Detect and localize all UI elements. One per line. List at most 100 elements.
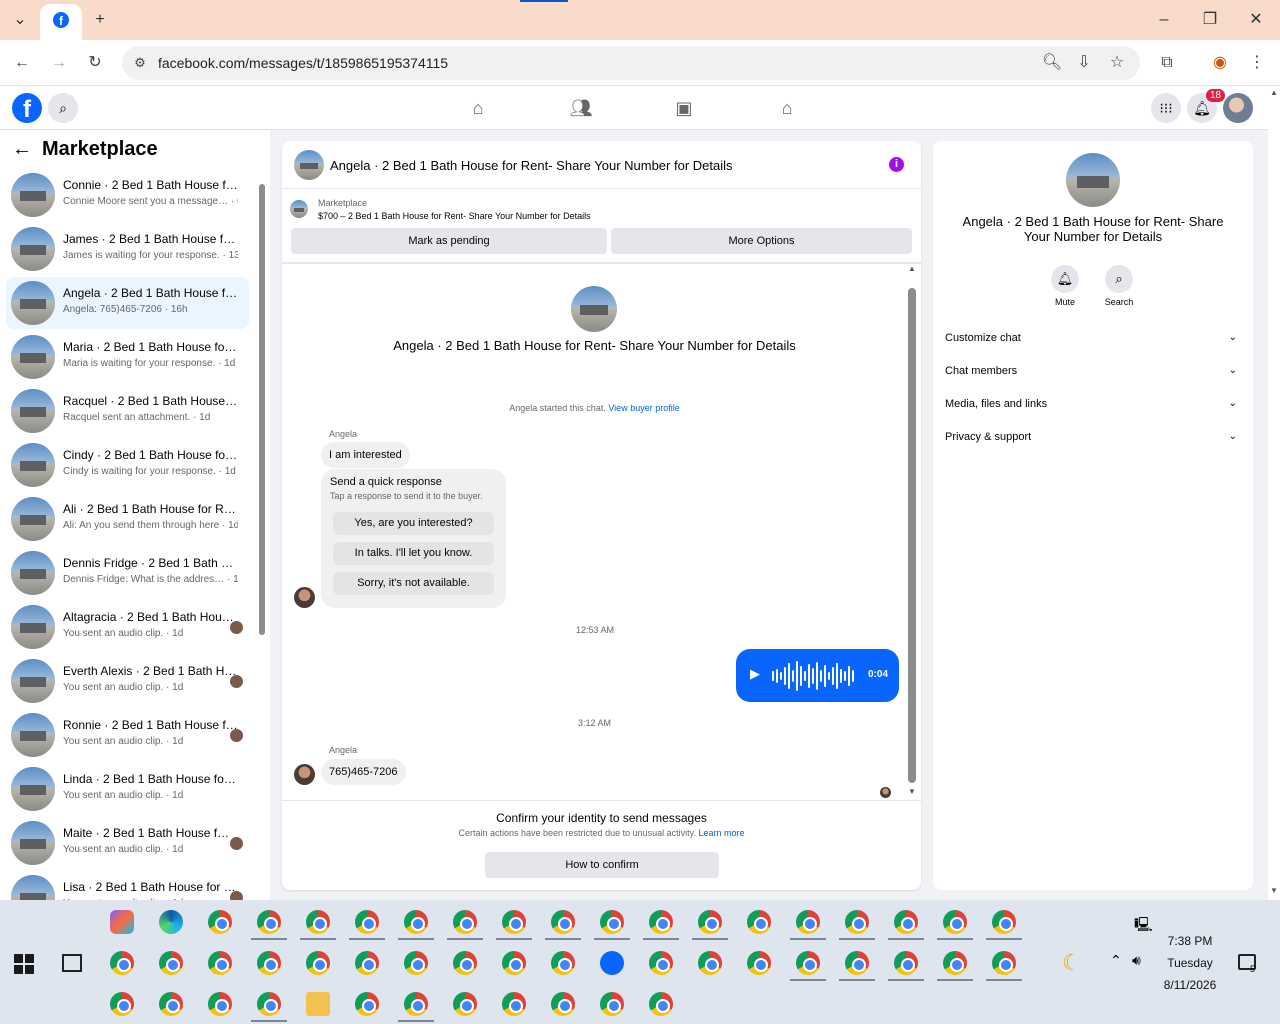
address-bar[interactable]: ⚙ facebook.com/messages/t/18598651953741… bbox=[122, 46, 1140, 80]
site-info-icon[interactable]: ⚙ bbox=[128, 51, 152, 75]
quick-response-option[interactable]: In talks. I'll let you know. bbox=[333, 542, 494, 565]
sidebar-scrollbar[interactable] bbox=[257, 170, 267, 898]
sidebar-scroll-thumb[interactable] bbox=[259, 184, 265, 635]
quick-response-option[interactable]: Yes, are you interested? bbox=[333, 512, 494, 535]
scroll-up-icon[interactable]: ▲ bbox=[908, 264, 916, 273]
zoom-icon[interactable]: 🔍︎ bbox=[1040, 51, 1064, 75]
clock-day[interactable]: Tuesday bbox=[1160, 956, 1220, 970]
extensions-icon[interactable]: ⧉ bbox=[1155, 51, 1179, 75]
taskbar-app-icon[interactable] bbox=[306, 951, 330, 975]
search-icon[interactable]: ⌕ bbox=[1105, 265, 1133, 293]
video-icon[interactable]: ▣ bbox=[672, 96, 696, 120]
taskbar-app-icon[interactable] bbox=[992, 910, 1016, 934]
conversation-item[interactable]: Dennis Fridge · 2 Bed 1 Bath Ho… Dennis F… bbox=[6, 547, 249, 599]
account-avatar[interactable] bbox=[1223, 93, 1253, 123]
chat-scrollbar[interactable]: ▲ ▼ bbox=[907, 264, 917, 796]
chat-header-avatar[interactable] bbox=[294, 150, 324, 180]
clock-time[interactable]: 7:38 PM bbox=[1160, 934, 1220, 948]
install-icon[interactable]: ⇩ bbox=[1072, 51, 1096, 75]
taskbar-app-icon[interactable] bbox=[894, 910, 918, 934]
chat-scroll-thumb[interactable] bbox=[908, 288, 916, 783]
menu-grid-icon[interactable]: ⁝⁝⁝ bbox=[1151, 93, 1181, 123]
tab-search-icon[interactable]: ⌄ bbox=[8, 8, 32, 32]
view-buyer-profile-link[interactable]: View buyer profile bbox=[608, 403, 679, 413]
new-tab-button[interactable]: + bbox=[88, 8, 112, 32]
listing-thumbnail[interactable] bbox=[290, 200, 308, 218]
conversation-item[interactable]: Angela · 2 Bed 1 Bath House for… Angela: … bbox=[6, 277, 249, 329]
taskbar-app-icon[interactable] bbox=[453, 951, 477, 975]
more-options-button[interactable]: More Options bbox=[611, 228, 912, 254]
taskbar-app-icon[interactable] bbox=[600, 910, 624, 934]
taskbar-app-icon[interactable] bbox=[796, 910, 820, 934]
conversation-item[interactable]: Maite · 2 Bed 1 Bath House f… You sent an… bbox=[6, 817, 249, 869]
info-avatar[interactable] bbox=[1066, 153, 1120, 207]
taskbar-app-icon[interactable] bbox=[404, 992, 428, 1016]
taskbar-app-icon[interactable] bbox=[257, 910, 281, 934]
menu-icon[interactable]: ⋮ bbox=[1245, 51, 1269, 75]
media-files-section[interactable]: Media, files and links ⌄ bbox=[945, 391, 1241, 417]
play-icon[interactable]: ▶ bbox=[750, 666, 760, 682]
conversation-item[interactable]: Ronnie · 2 Bed 1 Bath House f… You sent a… bbox=[6, 709, 249, 761]
taskbar-app-icon[interactable] bbox=[208, 910, 232, 934]
taskbar-app-icon[interactable] bbox=[796, 951, 820, 975]
taskbar-app-icon[interactable] bbox=[943, 951, 967, 975]
taskbar-app-icon[interactable] bbox=[355, 910, 379, 934]
taskbar-app-icon[interactable] bbox=[404, 951, 428, 975]
moon-icon[interactable]: ☾ bbox=[1062, 950, 1082, 976]
taskbar-app-icon[interactable] bbox=[110, 910, 134, 934]
conversation-avatar[interactable] bbox=[571, 286, 617, 332]
marketplace-icon[interactable]: ⌂ bbox=[775, 96, 799, 120]
listing-title[interactable]: $700 – 2 Bed 1 Bath House for Rent- Shar… bbox=[318, 211, 591, 221]
conversation-item[interactable]: James · 2 Bed 1 Bath House for … James is… bbox=[6, 223, 249, 275]
how-to-confirm-button[interactable]: How to confirm bbox=[485, 852, 719, 878]
taskbar-app-icon[interactable] bbox=[453, 910, 477, 934]
page-scroll-down-icon[interactable]: ▼ bbox=[1270, 886, 1278, 895]
taskbar-app-icon[interactable] bbox=[208, 951, 232, 975]
taskbar-app-icon[interactable] bbox=[894, 951, 918, 975]
conversation-item[interactable]: Cindy · 2 Bed 1 Bath House for … Cindy is… bbox=[6, 439, 249, 491]
taskbar-app-icon[interactable] bbox=[845, 910, 869, 934]
taskbar-app-icon[interactable] bbox=[600, 992, 624, 1016]
taskbar-app-icon[interactable] bbox=[649, 951, 673, 975]
taskbar-app-icon[interactable] bbox=[306, 910, 330, 934]
conversation-item[interactable]: Altagracia · 2 Bed 1 Bath Hou… You sent a… bbox=[6, 601, 249, 653]
taskbar-app-icon[interactable] bbox=[649, 992, 673, 1016]
taskbar-app-icon[interactable] bbox=[747, 910, 771, 934]
browser-tab[interactable]: f bbox=[40, 4, 82, 40]
network-icon[interactable]: 🖳 bbox=[1134, 914, 1153, 938]
volume-icon[interactable]: 🔊︎ bbox=[1132, 952, 1141, 969]
conversation-item[interactable]: Racquel · 2 Bed 1 Bath House fo… Racquel … bbox=[6, 385, 249, 437]
taskbar-app-icon[interactable] bbox=[698, 910, 722, 934]
taskbar-app-icon[interactable] bbox=[551, 992, 575, 1016]
info-icon[interactable]: i bbox=[889, 157, 904, 172]
taskbar-app-icon[interactable] bbox=[453, 992, 477, 1016]
chat-members-section[interactable]: Chat members ⌄ bbox=[945, 358, 1241, 384]
sender-avatar[interactable] bbox=[294, 587, 315, 608]
conversation-item[interactable]: Maria · 2 Bed 1 Bath House for … Maria is… bbox=[6, 331, 249, 383]
customize-chat-section[interactable]: Customize chat ⌄ bbox=[945, 325, 1241, 351]
bookmark-star-icon[interactable]: ☆ bbox=[1105, 51, 1129, 75]
home-icon[interactable]: ⌂ bbox=[466, 96, 490, 120]
taskbar-app-icon[interactable] bbox=[110, 951, 134, 975]
taskbar-app-icon[interactable] bbox=[502, 992, 526, 1016]
taskbar-app-icon[interactable] bbox=[159, 910, 183, 934]
taskbar-app-icon[interactable] bbox=[306, 992, 330, 1016]
fb-search-icon[interactable]: ⌕ bbox=[48, 93, 78, 123]
conversation-item[interactable]: Connie · 2 Bed 1 Bath House for… Connie M… bbox=[6, 169, 249, 221]
profile-icon[interactable]: ◉ bbox=[1208, 51, 1232, 75]
conversation-item[interactable]: Linda · 2 Bed 1 Bath House for … You sent… bbox=[6, 763, 249, 815]
close-window-button[interactable]: ✕ bbox=[1244, 8, 1268, 32]
forward-icon[interactable]: → bbox=[47, 51, 71, 75]
facebook-logo-icon[interactable]: f bbox=[12, 93, 42, 123]
mark-pending-button[interactable]: Mark as pending bbox=[291, 228, 607, 254]
taskbar-app-icon[interactable] bbox=[355, 951, 379, 975]
page-scroll-up-icon[interactable]: ▲ bbox=[1270, 88, 1278, 97]
privacy-support-section[interactable]: Privacy & support ⌄ bbox=[945, 424, 1241, 450]
quick-response-option[interactable]: Sorry, it's not available. bbox=[333, 572, 494, 595]
taskbar-app-icon[interactable] bbox=[502, 910, 526, 934]
windows-start-icon[interactable] bbox=[14, 954, 34, 974]
taskbar-app-icon[interactable] bbox=[845, 951, 869, 975]
taskbar-app-icon[interactable] bbox=[208, 992, 232, 1016]
taskbar-app-icon[interactable] bbox=[747, 951, 771, 975]
taskbar-app-icon[interactable] bbox=[551, 951, 575, 975]
